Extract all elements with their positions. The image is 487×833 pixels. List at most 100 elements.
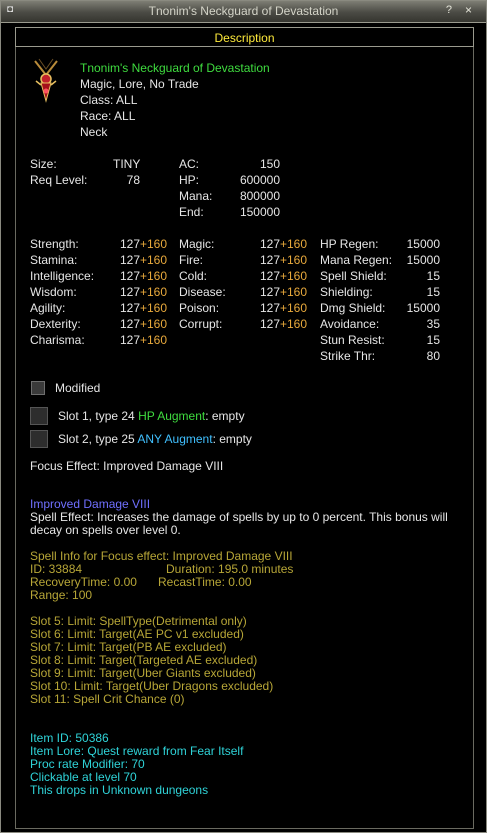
clickable-level: Clickable at level 70 [30, 770, 137, 784]
resist-label: Magic: [179, 237, 215, 251]
item-race: Race: ALL [80, 109, 136, 123]
size-label: Size: [30, 157, 57, 171]
spell-effect-line1: Spell Effect: Increases the damage of sp… [30, 510, 448, 524]
spell-effect-line2: decay on spells over level 0. [30, 523, 181, 537]
close-button[interactable]: × [465, 3, 472, 17]
stat-bonus: +160 [140, 285, 168, 299]
aug-slot-1-box[interactable] [30, 407, 48, 425]
limit-line: Slot 8: Limit: Target(Targeted AE exclud… [30, 653, 258, 667]
aug-slot-2-status: : empty [212, 432, 252, 446]
limit-line: Slot 10: Limit: Target(Uber Dragons excl… [30, 679, 274, 693]
mana-value: 800000 [239, 189, 280, 203]
hp-value: 600000 [239, 173, 280, 187]
mod-label: HP Regen: [320, 237, 379, 251]
limit-line: Slot 7: Limit: Target(PB AE excluded) [30, 640, 227, 654]
necklace-icon [34, 58, 58, 103]
spell-name-link[interactable]: Improved Damage VIII [30, 497, 150, 511]
stat-bonus: +160 [140, 237, 168, 251]
title-bar[interactable]: ◘ Tnonim's Neckguard of Devastation ? × [1, 1, 486, 23]
mod-label: Strike Thr: [320, 349, 376, 363]
mana-label: Mana: [179, 189, 213, 203]
end-value: 150000 [239, 205, 280, 219]
ac-label: AC: [179, 157, 200, 171]
aug-slot-2-text: Slot 2, type 25 ANY Augment: empty [58, 432, 252, 446]
stat-base: 127 [119, 253, 140, 267]
resist-bonus: +160 [280, 237, 308, 251]
mod-value: 15 [426, 285, 440, 299]
limit-line: Slot 11: Spell Crit Chance (0) [30, 692, 185, 706]
stat-bonus: +160 [140, 269, 168, 283]
resist-bonus: +160 [280, 317, 308, 331]
stat-label: Dexterity: [30, 317, 81, 331]
mod-value: 15 [426, 333, 440, 347]
window-title: Tnonim's Neckguard of Devastation [148, 4, 339, 18]
spell-duration: Duration: 195.0 minutes [166, 562, 294, 576]
resist-label: Disease: [179, 285, 226, 299]
stat-bonus: +160 [140, 253, 168, 267]
stat-bonus: +160 [140, 317, 168, 331]
resist-base: 127 [259, 317, 280, 331]
resist-base: 127 [259, 253, 280, 267]
aug-slot-1-prefix: Slot 1, type 24 [58, 409, 139, 423]
resist-bonus: +160 [280, 285, 308, 299]
stat-base: 127 [119, 269, 140, 283]
aug-slot-2-type: ANY Augment [137, 432, 213, 446]
mod-label: Stun Resist: [320, 333, 385, 347]
resist-base: 127 [259, 269, 280, 283]
help-button[interactable]: ? [446, 4, 452, 16]
stat-bonus: +160 [140, 301, 168, 315]
tab-description[interactable]: Description [15, 27, 474, 47]
req-level-value: 78 [126, 173, 140, 187]
resist-bonus: +160 [280, 269, 308, 283]
end-label: End: [179, 205, 204, 219]
spell-range: Range: 100 [30, 588, 93, 602]
stat-label: Charisma: [30, 333, 85, 347]
stat-label: Agility: [30, 301, 66, 315]
resist-label: Poison: [179, 301, 220, 315]
req-level-label: Req Level: [30, 173, 88, 187]
resist-base: 127 [259, 237, 280, 251]
item-name: Tnonim's Neckguard of Devastation [80, 61, 270, 75]
mod-label: Dmg Shield: [320, 301, 386, 315]
aug-slot-2-prefix: Slot 2, type 25 [58, 432, 138, 446]
mod-value: 15000 [406, 237, 440, 251]
mod-value: 80 [426, 349, 440, 363]
stat-bonus: +160 [140, 333, 168, 347]
resist-bonus: +160 [280, 301, 308, 315]
aug-slot-1-text: Slot 1, type 24 HP Augment: empty [58, 409, 245, 423]
limit-line: Slot 9: Limit: Target(Uber Giants exclud… [30, 666, 256, 680]
hp-label: HP: [179, 173, 200, 187]
resist-base: 127 [259, 301, 280, 315]
aug-slot-1-type: HP Augment [138, 409, 206, 423]
mod-value: 15000 [406, 301, 440, 315]
stat-label: Wisdom: [30, 285, 77, 299]
modified-label: Modified [55, 381, 101, 395]
mod-label: Mana Regen: [320, 253, 393, 267]
aug-slot-2-box[interactable] [30, 430, 48, 448]
modified-checkbox[interactable] [31, 381, 45, 395]
item-class: Class: ALL [80, 93, 138, 107]
resist-label: Corrupt: [179, 317, 223, 331]
aug-slot-1-status: : empty [205, 409, 245, 423]
focus-effect: Focus Effect: Improved Damage VIII [30, 459, 224, 473]
resist-label: Fire: [179, 253, 203, 267]
stat-base: 127 [119, 301, 140, 315]
spell-recast: RecastTime: 0.00 [158, 575, 252, 589]
mod-label: Avoidance: [320, 317, 380, 331]
resist-bonus: +160 [280, 253, 308, 267]
stat-base: 127 [119, 333, 140, 347]
resist-label: Cold: [179, 269, 208, 283]
stat-base: 127 [119, 237, 140, 251]
drop-info: This drops in Unknown dungeons [30, 783, 209, 797]
mod-value: 35 [426, 317, 440, 331]
resist-base: 127 [259, 285, 280, 299]
proc-rate: Proc rate Modifier: 70 [30, 757, 145, 771]
item-lore: Item Lore: Quest reward from Fear Itself [30, 744, 244, 758]
item-flags: Magic, Lore, No Trade [80, 77, 199, 91]
stat-base: 127 [119, 285, 140, 299]
stat-label: Strength: [30, 237, 79, 251]
mod-label: Spell Shield: [320, 269, 387, 283]
mod-value: 15 [426, 269, 440, 283]
spell-id: ID: 33884 [30, 562, 83, 576]
mod-label: Shielding: [320, 285, 373, 299]
